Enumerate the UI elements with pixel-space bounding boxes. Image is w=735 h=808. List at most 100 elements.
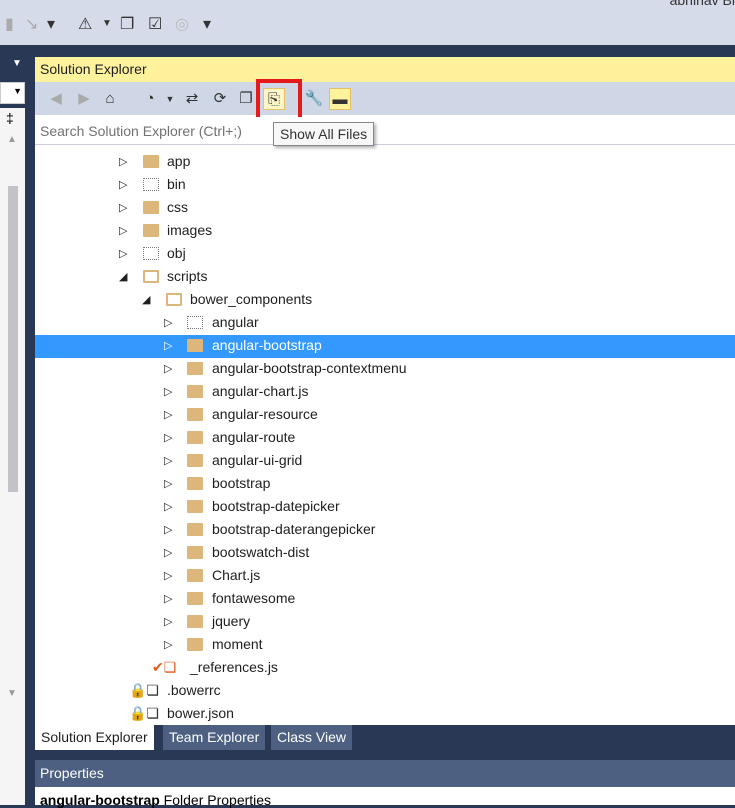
tree-item[interactable]: ▷ jquery <box>35 611 735 634</box>
tree-item[interactable]: ▷ bootstrap-daterangepicker <box>35 519 735 542</box>
tree-item-label: bower_components <box>190 291 313 307</box>
expand-arrow-icon[interactable]: ▷ <box>164 500 172 513</box>
collapse-arrow-icon[interactable]: ◢ <box>119 270 127 283</box>
expand-arrow-icon[interactable]: ▷ <box>119 201 127 214</box>
home-icon[interactable]: ⌂ <box>99 88 121 110</box>
scroll-down-icon[interactable]: ▼ <box>7 688 17 699</box>
toolbar-overflow-icon-2[interactable]: ▾ <box>203 14 211 34</box>
window-icon[interactable]: ❐ <box>120 14 134 34</box>
folder-icon <box>143 155 159 168</box>
tree-item-label: app <box>167 153 191 169</box>
scroll-thumb[interactable] <box>8 186 18 492</box>
tree-item[interactable]: ▷ bootstrap-datepicker <box>35 496 735 519</box>
expand-arrow-icon[interactable]: ▷ <box>164 316 172 329</box>
tree-item[interactable]: ◢ scripts <box>35 266 735 289</box>
tree-item[interactable]: ▷ moment <box>35 634 735 657</box>
folder-icon <box>187 615 203 628</box>
back-icon[interactable]: ◀ <box>45 88 67 110</box>
tree-item[interactable]: 🔒❏ bower.json <box>35 703 735 726</box>
folder-icon <box>187 569 203 582</box>
refresh-icon[interactable]: ⟳ <box>209 88 231 110</box>
tree-item[interactable]: ▷ bootswatch-dist <box>35 542 735 565</box>
tree-item[interactable]: ▷ angular <box>35 312 735 335</box>
tree-item[interactable]: ▷ bootstrap <box>35 473 735 496</box>
tree-item[interactable]: ▷ bin <box>35 174 735 197</box>
tree-item-label: angular <box>212 314 259 330</box>
expand-arrow-icon[interactable]: ▷ <box>164 339 172 352</box>
expand-arrow-icon[interactable]: ▷ <box>164 523 172 536</box>
expand-arrow-icon[interactable]: ▷ <box>164 569 172 582</box>
tree-item[interactable]: 🔒❏ .bowerrc <box>35 680 735 703</box>
issue-icon[interactable]: ⚠ <box>78 14 92 34</box>
preview-icon[interactable]: ▬ <box>329 88 351 110</box>
forward-icon[interactable]: ▶ <box>73 88 95 110</box>
expand-arrow-icon[interactable]: ▷ <box>164 408 172 421</box>
expand-arrow-icon[interactable]: ▷ <box>164 615 172 628</box>
tree-item-label: angular-resource <box>212 406 318 422</box>
sync-icon[interactable]: ⇄ <box>181 88 203 110</box>
expand-arrow-icon[interactable]: ▷ <box>164 477 172 490</box>
user-name[interactable]: abhinav Bi <box>670 0 735 8</box>
left-dropdown[interactable]: ▼ <box>0 82 25 104</box>
folder-icon <box>187 339 203 352</box>
expand-arrow-icon[interactable]: ▷ <box>164 638 172 651</box>
collapse-arrow-icon[interactable]: ◢ <box>142 293 150 306</box>
tree-item[interactable]: ▷ angular-resource <box>35 404 735 427</box>
expand-arrow-icon[interactable]: ▷ <box>164 546 172 559</box>
tab-team-explorer[interactable]: Team Explorer <box>163 725 266 750</box>
panel-menu-icon[interactable]: ▼ <box>12 58 22 69</box>
dropdown-icon[interactable]: ▼ <box>159 88 181 110</box>
folder-hidden-icon <box>143 178 159 191</box>
tree-item[interactable]: ▷ angular-chart.js <box>35 381 735 404</box>
collapse-all-icon[interactable]: ❐ <box>235 88 257 110</box>
tree-item[interactable]: ▷ angular-bootstrap-contextmenu <box>35 358 735 381</box>
main-toolbar: ▮ ↘ ▾ ⚠ ▼ ❐ ☑ ◎ ▾ abhinav Bi <box>0 0 735 45</box>
dropdown-icon[interactable]: ▼ <box>102 18 112 29</box>
tree-item-label: jquery <box>212 613 251 629</box>
bookmark-icon[interactable]: ▮ <box>5 14 14 34</box>
search-input[interactable]: Search Solution Explorer (Ctrl+;) <box>35 117 735 145</box>
expand-arrow-icon[interactable]: ▷ <box>164 431 172 444</box>
split-icon[interactable]: ‡ <box>6 110 14 126</box>
folder-hidden-icon <box>187 316 203 329</box>
tree-item[interactable]: ▷ css <box>35 197 735 220</box>
checkin-icon[interactable]: ☑ <box>148 14 162 34</box>
tree-item[interactable]: ▷ fontawesome <box>35 588 735 611</box>
tree-item[interactable]: ▷ images <box>35 220 735 243</box>
tree-item[interactable]: ▷ app <box>35 151 735 174</box>
tree-item[interactable]: ▷ angular-bootstrap <box>35 335 735 358</box>
tree-item-label: bootstrap <box>212 475 271 491</box>
folder-icon <box>187 592 203 605</box>
folder-icon <box>143 201 159 214</box>
tree-item[interactable]: ◢ bower_components <box>35 289 735 312</box>
tree-item-label: fontawesome <box>212 590 296 606</box>
toolbar-overflow-icon[interactable]: ▾ <box>47 14 55 34</box>
expand-arrow-icon[interactable]: ▷ <box>119 224 127 237</box>
tree-item-label: bin <box>167 176 186 192</box>
tree-item-label: _references.js <box>190 659 278 675</box>
tab-solution-explorer[interactable]: Solution Explorer <box>35 725 154 750</box>
tree-item[interactable]: ▷ angular-ui-grid <box>35 450 735 473</box>
expand-arrow-icon[interactable]: ▷ <box>164 385 172 398</box>
tree-item[interactable]: ✔❏ _references.js <box>35 657 735 680</box>
expand-arrow-icon[interactable]: ▷ <box>119 178 127 191</box>
scroll-up-icon[interactable]: ▲ <box>7 134 17 145</box>
properties-object[interactable]: angular-bootstrap Folder Properties <box>35 787 735 808</box>
expand-arrow-icon[interactable]: ▷ <box>119 155 127 168</box>
publish-icon[interactable]: ◎ <box>175 14 189 34</box>
properties-wrench-icon[interactable]: 🔧 <box>303 88 325 110</box>
expand-arrow-icon[interactable]: ▷ <box>164 362 172 375</box>
pending-changes-icon[interactable]: ◔ <box>139 88 161 110</box>
expand-arrow-icon[interactable]: ▷ <box>164 592 172 605</box>
bookmark-next-icon[interactable]: ↘ <box>25 14 38 34</box>
expand-arrow-icon[interactable]: ▷ <box>164 454 172 467</box>
tree-item[interactable]: ▷ obj <box>35 243 735 266</box>
left-scrollbar[interactable]: ‡ ▲ ▼ <box>0 108 25 805</box>
tab-class-view[interactable]: Class View <box>271 725 352 750</box>
tree-item-label: bootstrap-daterangepicker <box>212 521 376 537</box>
json-file-locked-icon: 🔒❏ <box>129 705 159 721</box>
expand-arrow-icon[interactable]: ▷ <box>119 247 127 260</box>
tree-item[interactable]: ▷ angular-route <box>35 427 735 450</box>
solution-explorer: Solution Explorer ◀ ▶ ⌂ ◔ ▼ ⇄ ⟳ ❐ ⎘ 🔧 ▬ … <box>35 57 735 725</box>
tree-item[interactable]: ▷ Chart.js <box>35 565 735 588</box>
